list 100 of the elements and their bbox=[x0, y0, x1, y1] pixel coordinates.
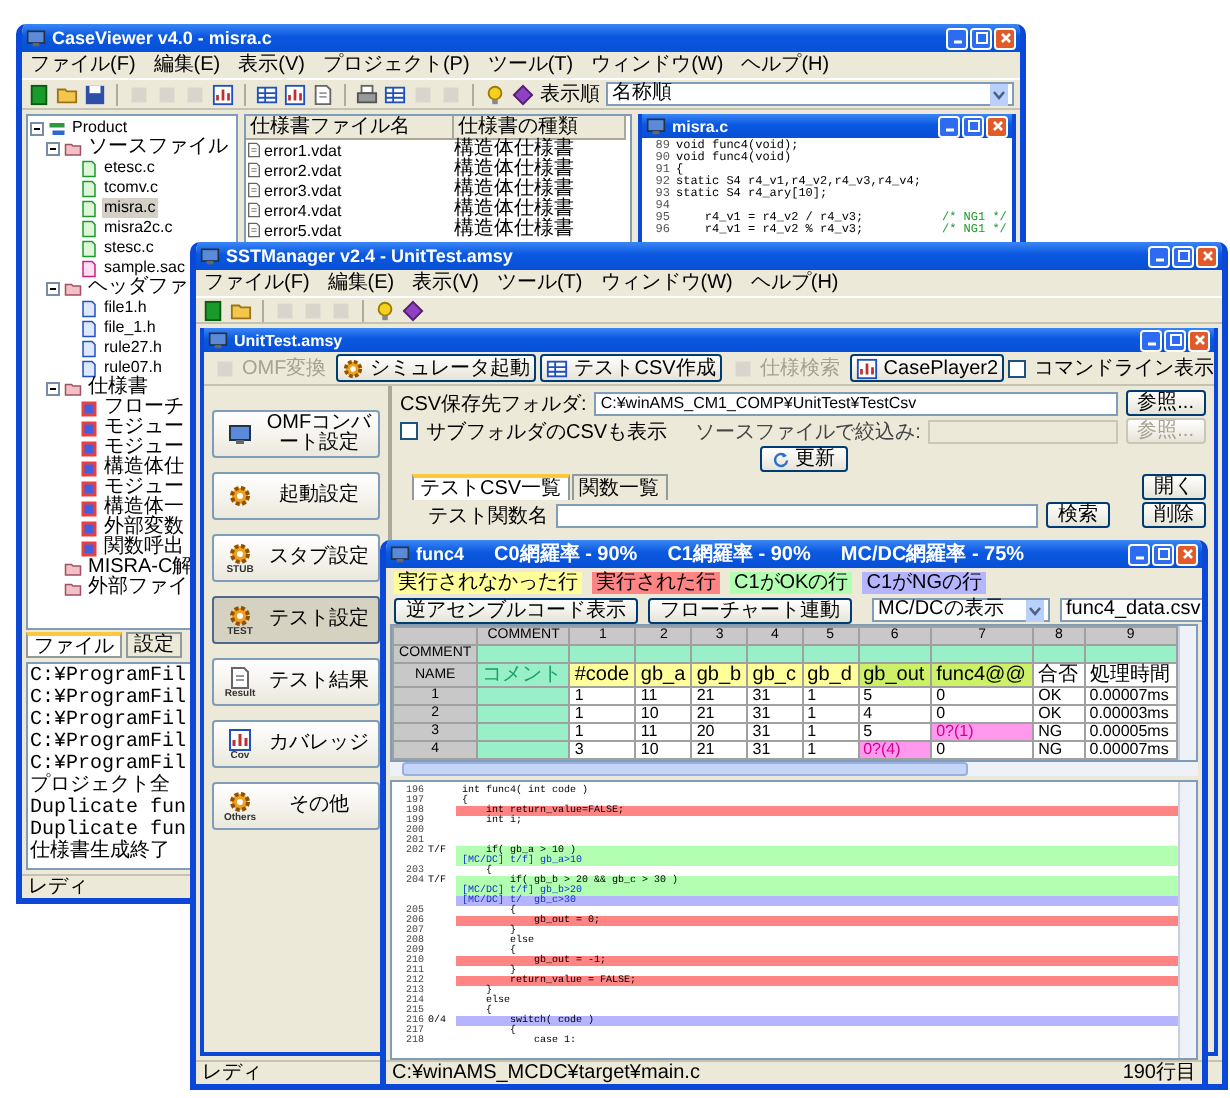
table-cell: 21 bbox=[691, 687, 748, 705]
maximize-button[interactable] bbox=[970, 27, 992, 49]
tree-item[interactable]: 構造体一 bbox=[102, 498, 186, 518]
document-icon[interactable] bbox=[312, 83, 334, 105]
close-button[interactable] bbox=[994, 27, 1016, 49]
table-icon[interactable] bbox=[384, 83, 406, 105]
delete-button[interactable]: 削除 bbox=[1142, 502, 1206, 528]
table-cell: 構造体仕様書 bbox=[454, 140, 574, 160]
checkbox[interactable] bbox=[1008, 359, 1027, 377]
toolbar-button[interactable]: フローチャート連動 bbox=[648, 597, 852, 623]
checkbox[interactable] bbox=[400, 422, 418, 440]
tab[interactable]: 関数一覧 bbox=[571, 474, 668, 500]
menu-item[interactable]: 表示(V) bbox=[412, 271, 479, 295]
tab[interactable]: テストCSV一覧 bbox=[412, 474, 570, 500]
chart-icon[interactable] bbox=[284, 83, 306, 105]
caret-icon bbox=[1026, 599, 1044, 621]
tree-item[interactable]: 関数呼出 bbox=[102, 538, 186, 558]
menu-item[interactable]: プロジェクト(P) bbox=[322, 53, 470, 77]
menu-item[interactable]: 編集(E) bbox=[327, 271, 395, 295]
menu-item[interactable]: ツール(T) bbox=[496, 271, 583, 295]
folder-icon[interactable] bbox=[56, 83, 78, 105]
minimize-button[interactable] bbox=[1140, 329, 1162, 351]
close-icon bbox=[1179, 546, 1195, 562]
sort-dropdown[interactable]: 名称順 bbox=[606, 82, 1014, 106]
status-text: C:¥winAMS_MCDC¥target¥main.c bbox=[392, 1062, 700, 1084]
tree-item[interactable]: sample.sac bbox=[102, 258, 187, 278]
function-name-field[interactable] bbox=[556, 503, 1038, 527]
toolbar-button[interactable]: シミュレータ起動 bbox=[336, 354, 537, 382]
tree-item[interactable]: ソースファイル bbox=[86, 138, 230, 158]
browse-button[interactable]: 参照... bbox=[1125, 390, 1206, 416]
tree-item[interactable]: モジュー bbox=[102, 478, 186, 498]
expand-toggle[interactable] bbox=[46, 381, 60, 395]
close-button[interactable] bbox=[1176, 543, 1198, 565]
maximize-button[interactable] bbox=[1152, 543, 1174, 565]
minimize-button[interactable] bbox=[938, 115, 960, 137]
tree-item[interactable]: tcomv.c bbox=[102, 178, 160, 198]
toolbar-button[interactable]: 逆アセンブルコード表示 bbox=[394, 597, 638, 623]
expand-toggle[interactable] bbox=[46, 281, 60, 295]
dropdown[interactable]: func4_data.csv bbox=[1060, 598, 1202, 622]
close-button[interactable] bbox=[1196, 245, 1218, 267]
tree-item[interactable]: file_1.h bbox=[102, 318, 158, 338]
folder-icon[interactable] bbox=[230, 299, 252, 321]
tree-item[interactable]: フローチ bbox=[102, 398, 186, 418]
maximize-button[interactable] bbox=[962, 115, 984, 137]
tree-item[interactable]: rule07.h bbox=[102, 358, 164, 378]
tree-item[interactable]: 外部変数 bbox=[102, 518, 186, 538]
log-line: C:¥ProgramFil bbox=[30, 710, 187, 732]
maximize-button[interactable] bbox=[1164, 329, 1186, 351]
save-icon[interactable] bbox=[84, 83, 106, 105]
side-button[interactable]: 起動設定 bbox=[212, 472, 380, 520]
diamond-icon[interactable] bbox=[402, 299, 424, 321]
tree-item[interactable]: Product bbox=[70, 118, 130, 138]
search-button[interactable]: 検索 bbox=[1046, 502, 1110, 528]
menu-item[interactable]: 編集(E) bbox=[153, 53, 221, 77]
tree-item[interactable]: ヘッダファ bbox=[86, 278, 190, 298]
dropdown[interactable]: MC/DCの表示 bbox=[872, 598, 1050, 622]
menu-item[interactable]: ウィンドウ(W) bbox=[600, 271, 733, 295]
tree-item[interactable]: stesc.c bbox=[102, 238, 156, 258]
menu-item[interactable]: ヘルプ(H) bbox=[741, 53, 830, 77]
menu-item[interactable]: ファイル(F) bbox=[204, 271, 310, 295]
menu-item[interactable]: ヘルプ(H) bbox=[750, 271, 839, 295]
tree-item[interactable]: モジュー bbox=[102, 438, 186, 458]
menu-item[interactable]: ツール(T) bbox=[487, 53, 574, 77]
close-button[interactable] bbox=[1188, 329, 1210, 351]
maximize-button[interactable] bbox=[1172, 245, 1194, 267]
column-header[interactable]: 仕様書の種類 bbox=[454, 116, 626, 140]
menu-item[interactable]: ファイル(F) bbox=[30, 53, 136, 77]
minimize-button[interactable] bbox=[1148, 245, 1170, 267]
book-icon[interactable] bbox=[28, 83, 50, 105]
printer-icon[interactable] bbox=[356, 83, 378, 105]
tree-item[interactable]: file1.h bbox=[102, 298, 149, 318]
menu-item[interactable]: ウィンドウ(W) bbox=[591, 53, 724, 77]
update-button[interactable]: 更新 bbox=[759, 446, 847, 472]
close-button[interactable] bbox=[986, 115, 1008, 137]
folder-field[interactable]: C:¥winAMS_CM1_COMP¥UnitTest¥TestCsv bbox=[594, 391, 1118, 415]
expand-toggle[interactable] bbox=[30, 121, 44, 135]
chart-icon[interactable] bbox=[212, 83, 234, 105]
menu-item[interactable]: 表示(V) bbox=[238, 53, 305, 77]
tree-item[interactable]: MISRA-C解 bbox=[86, 558, 195, 578]
diamond-icon[interactable] bbox=[512, 83, 534, 105]
table-icon[interactable] bbox=[256, 83, 278, 105]
tree-item[interactable]: etesc.c bbox=[102, 158, 157, 178]
book-icon[interactable] bbox=[202, 299, 224, 321]
open-button[interactable]: 開く bbox=[1142, 474, 1206, 500]
tree-item[interactable]: rule27.h bbox=[102, 338, 164, 358]
tree-item[interactable]: 仕様書 bbox=[86, 378, 150, 398]
column-header[interactable]: 仕様書ファイル名 bbox=[246, 116, 454, 140]
minimize-button[interactable] bbox=[946, 27, 968, 49]
tree-item[interactable]: 外部ファイ bbox=[86, 578, 190, 598]
tree-item[interactable]: misra2c.c bbox=[102, 218, 175, 238]
tree-item[interactable]: misra.c bbox=[102, 198, 158, 218]
tree-item[interactable]: モジュー bbox=[102, 418, 186, 438]
expand-toggle[interactable] bbox=[46, 141, 60, 155]
tree-item[interactable]: 構造体仕 bbox=[102, 458, 186, 478]
toolbar-button[interactable]: CasePlayer2 bbox=[849, 354, 1005, 382]
minimize-button[interactable] bbox=[1128, 543, 1150, 565]
side-button[interactable]: OMFコンバート設定 bbox=[212, 410, 380, 458]
toolbar-button[interactable]: テストCSV作成 bbox=[540, 354, 722, 382]
tab[interactable]: ファイル bbox=[26, 632, 122, 658]
tab[interactable]: 設定 bbox=[126, 632, 182, 658]
